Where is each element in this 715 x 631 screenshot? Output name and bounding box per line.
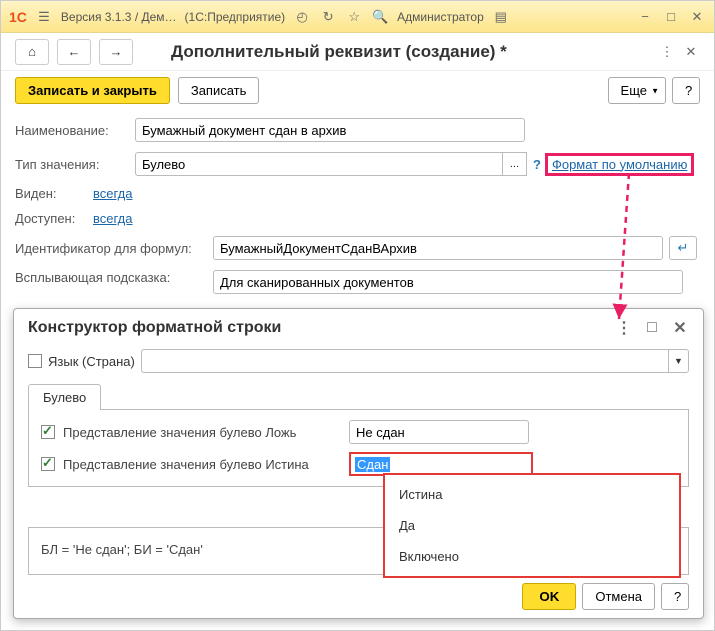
- command-bar: Записать и закрыть Записать Еще ?: [1, 71, 714, 114]
- false-checkbox[interactable]: [41, 425, 55, 439]
- close-page-icon[interactable]: ✕: [682, 43, 700, 61]
- dialog-maximize-icon[interactable]: □: [643, 319, 661, 337]
- name-input[interactable]: [135, 118, 525, 142]
- visible-label: Виден:: [15, 186, 93, 201]
- name-label: Наименование:: [15, 123, 135, 138]
- close-window-icon[interactable]: ✕: [688, 8, 706, 26]
- true-checkbox[interactable]: [41, 457, 55, 471]
- true-dropdown: Истина Да Включено: [383, 473, 681, 578]
- format-link-highlight: Формат по умолчанию: [545, 153, 694, 176]
- available-link[interactable]: всегда: [93, 211, 132, 226]
- minimize-icon[interactable]: −: [636, 8, 654, 26]
- window-titlebar: 1C ☰ Версия 3.1.3 / Дем… (1С:Предприятие…: [1, 1, 714, 33]
- tooltip-input[interactable]: [213, 270, 683, 294]
- dropdown-option-1[interactable]: Истина: [385, 479, 679, 510]
- chevron-down-icon[interactable]: ▼: [668, 350, 688, 372]
- lang-label: Язык (Страна): [48, 354, 135, 369]
- ok-button[interactable]: OK: [522, 583, 576, 610]
- dialog-close-icon[interactable]: ✕: [671, 319, 689, 337]
- id-label: Идентификатор для формул:: [15, 241, 213, 256]
- lang-combo[interactable]: ▼: [141, 349, 689, 373]
- version-text: Версия 3.1.3 / Дем…: [61, 10, 177, 24]
- dialog-help-button[interactable]: ?: [661, 583, 689, 610]
- star-icon[interactable]: ☆: [345, 8, 363, 26]
- dialog-title: Конструктор форматной строки: [28, 319, 281, 337]
- panels-icon[interactable]: ▤: [492, 8, 510, 26]
- type-pick-button[interactable]: …: [503, 152, 527, 176]
- available-label: Доступен:: [15, 211, 93, 226]
- id-refresh-button[interactable]: ↵: [669, 236, 697, 260]
- tooltip-label: Всплывающая подсказка:: [15, 270, 213, 287]
- back-button[interactable]: ←: [57, 39, 91, 65]
- true-label: Представление значения булево Истина: [63, 457, 309, 472]
- visible-link[interactable]: всегда: [93, 186, 132, 201]
- true-input[interactable]: Сдан: [355, 457, 390, 472]
- type-label: Тип значения:: [15, 157, 135, 172]
- id-input[interactable]: [213, 236, 663, 260]
- form-area: Наименование: Тип значения: … ? Формат п…: [1, 114, 714, 308]
- dropdown-option-3[interactable]: Включено: [385, 541, 679, 572]
- type-input[interactable]: [135, 152, 503, 176]
- dialog-actions-icon[interactable]: ⋮: [615, 319, 633, 337]
- app-logo: 1C: [9, 9, 27, 25]
- more-button[interactable]: Еще: [608, 77, 666, 104]
- false-label: Представление значения булево Ложь: [63, 425, 296, 440]
- page-title: Дополнительный реквизит (создание) *: [171, 42, 507, 62]
- tab-bool[interactable]: Булево: [28, 384, 101, 410]
- false-input[interactable]: [349, 420, 529, 444]
- maximize-icon[interactable]: □: [662, 8, 680, 26]
- menu-icon[interactable]: ☰: [35, 8, 53, 26]
- page-toolbar: ⌂ ← → Дополнительный реквизит (создание)…: [1, 33, 714, 71]
- cancel-button[interactable]: Отмена: [582, 583, 655, 610]
- search-icon[interactable]: 🔍: [371, 8, 389, 26]
- history-icon[interactable]: ↻: [319, 8, 337, 26]
- format-link[interactable]: Формат по умолчанию: [552, 157, 687, 172]
- help-button[interactable]: ?: [672, 77, 700, 104]
- lang-checkbox[interactable]: [28, 354, 42, 368]
- home-button[interactable]: ⌂: [15, 39, 49, 65]
- save-button[interactable]: Записать: [178, 77, 260, 104]
- actions-icon[interactable]: ⋮: [658, 43, 676, 61]
- user-text: Администратор: [397, 10, 484, 24]
- app-text: (1С:Предприятие): [185, 10, 286, 24]
- format-constructor-dialog: Конструктор форматной строки ⋮ □ ✕ Язык …: [13, 308, 704, 619]
- save-close-button[interactable]: Записать и закрыть: [15, 77, 170, 104]
- forward-button[interactable]: →: [99, 39, 133, 65]
- dropdown-option-2[interactable]: Да: [385, 510, 679, 541]
- type-help-icon[interactable]: ?: [533, 157, 541, 172]
- bell-icon[interactable]: ◴: [293, 8, 311, 26]
